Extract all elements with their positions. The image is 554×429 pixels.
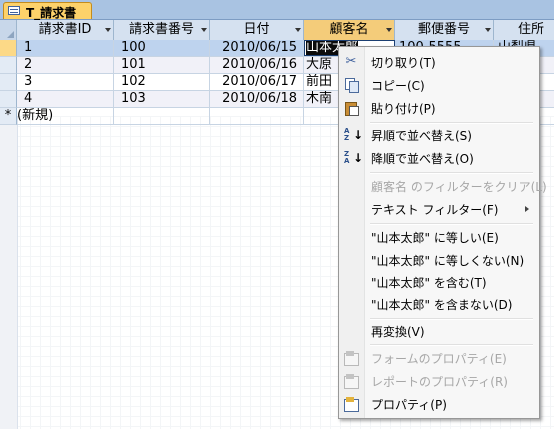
table-icon: [8, 6, 20, 15]
menu-item-report-properties: レポートのプロパティ(R): [339, 370, 539, 392]
record-selector[interactable]: [0, 91, 17, 108]
cell-invoice-number[interactable]: 103: [114, 91, 210, 107]
menu-item-sort-descending[interactable]: Z A ↓ 降順で並べ替え(O): [339, 147, 539, 169]
scissors-icon: ✂: [345, 54, 357, 69]
menu-separator: [370, 223, 533, 225]
cell-invoice-id[interactable]: 1: [17, 40, 114, 56]
column-header-customer-name[interactable]: 顧客名: [304, 20, 395, 40]
table-tab-label: T_請求書: [26, 6, 77, 20]
cell-invoice-id[interactable]: 3: [17, 74, 114, 90]
menu-item-label: 再変換(V): [371, 325, 425, 339]
column-header-label: 請求書番号: [128, 22, 194, 37]
menu-item-equals[interactable]: "山本太郎" に等しい(E): [339, 226, 539, 248]
menu-item-paste[interactable]: 貼り付け(P): [339, 97, 539, 119]
menu-item-sort-ascending[interactable]: A Z ↓ 昇順で並べ替え(S): [339, 124, 539, 146]
menu-item-label: テキスト フィルター(F): [371, 203, 499, 217]
menu-item-not-contains[interactable]: "山本太郎" を含まない(D): [339, 293, 539, 315]
column-header-label: 郵便番号: [417, 22, 470, 37]
record-selector-column: [0, 116, 18, 429]
context-menu: ✂ 切り取り(T) コピー(C) 貼り付け(P) A Z ↓ 昇順で並べ替え(S) …: [338, 46, 547, 419]
cell-invoice-id[interactable]: 4: [17, 91, 114, 107]
select-all-corner[interactable]: [0, 20, 17, 40]
cell-invoice-number[interactable]: 101: [114, 57, 210, 73]
column-header-label: 請求書ID: [38, 22, 92, 37]
record-selector[interactable]: [0, 74, 17, 91]
cell-date[interactable]: 2010/06/17: [210, 74, 304, 90]
menu-item-label: レポートのプロパティ(R): [371, 375, 508, 389]
column-header-label: 日付: [243, 22, 270, 37]
column-header-zip[interactable]: 郵便番号: [395, 20, 494, 40]
column-header-row: 請求書ID 請求書番号 日付 顧客名 郵便番号 住所: [0, 20, 554, 41]
properties-icon: [343, 396, 359, 412]
menu-item-cut[interactable]: ✂ 切り取り(T): [339, 51, 539, 73]
menu-item-reconvert[interactable]: 再変換(V): [339, 320, 539, 342]
menu-item-label: 昇順で並べ替え(S): [371, 129, 472, 143]
menu-item-text-filter[interactable]: テキスト フィルター(F): [339, 198, 539, 220]
new-record-label[interactable]: (新規): [17, 108, 114, 124]
report-properties-icon: [343, 373, 359, 389]
submenu-arrow-icon: [525, 206, 529, 212]
column-header-label: 住所: [517, 22, 544, 37]
dropdown-arrow-icon[interactable]: [386, 28, 392, 32]
sort-descending-icon: Z A ↓: [344, 150, 364, 165]
menu-item-label: "山本太郎" を含む(T): [371, 276, 487, 290]
menu-item-label: "山本太郎" に等しい(E): [371, 231, 499, 245]
cell-date[interactable]: 2010/06/18: [210, 91, 304, 107]
cell-invoice-id[interactable]: 2: [17, 57, 114, 73]
copy-icon: [343, 77, 359, 93]
dropdown-arrow-icon[interactable]: [201, 28, 207, 32]
menu-item-not-equals[interactable]: "山本太郎" に等しくない(N): [339, 249, 539, 271]
column-header-address[interactable]: 住所: [494, 20, 554, 40]
menu-item-label: "山本太郎" を含まない(D): [371, 298, 513, 312]
menu-item-label: フォームのプロパティ(E): [371, 352, 507, 366]
menu-item-label: プロパティ(P): [371, 398, 447, 412]
sort-ascending-icon: A Z ↓: [344, 127, 364, 142]
menu-item-form-properties: フォームのプロパティ(E): [339, 347, 539, 369]
column-header-date[interactable]: 日付: [210, 20, 304, 40]
new-record-marker[interactable]: *: [0, 108, 17, 125]
cell-date[interactable]: 2010/06/16: [210, 57, 304, 73]
column-header-label: 顧客名: [329, 22, 369, 37]
dropdown-arrow-icon[interactable]: [485, 28, 491, 32]
menu-item-label: "山本太郎" に等しくない(N): [371, 254, 525, 268]
cell-empty[interactable]: [114, 108, 210, 124]
cell-invoice-number[interactable]: 102: [114, 74, 210, 90]
object-tab-bar: T_請求書: [0, 0, 554, 20]
paste-icon: [343, 100, 359, 116]
menu-item-properties[interactable]: プロパティ(P): [339, 393, 539, 415]
form-properties-icon: [343, 350, 359, 366]
menu-item-label: 切り取り(T): [371, 56, 436, 70]
menu-separator: [370, 172, 533, 174]
menu-item-contains[interactable]: "山本太郎" を含む(T): [339, 271, 539, 293]
menu-item-label: 顧客名 のフィルターをクリア(L): [371, 180, 547, 194]
record-selector[interactable]: [0, 40, 17, 57]
menu-item-label: コピー(C): [371, 79, 425, 93]
record-selector[interactable]: [0, 57, 17, 74]
table-tab[interactable]: T_請求書: [3, 2, 92, 20]
dropdown-arrow-icon[interactable]: [295, 28, 301, 32]
menu-item-copy[interactable]: コピー(C): [339, 74, 539, 96]
column-header-invoice-id[interactable]: 請求書ID: [17, 20, 114, 40]
menu-separator: [370, 344, 533, 346]
cell-date[interactable]: 2010/06/15: [210, 40, 304, 56]
menu-item-label: 降順で並べ替え(O): [371, 152, 474, 166]
dropdown-arrow-icon[interactable]: [105, 28, 111, 32]
column-header-invoice-number[interactable]: 請求書番号: [114, 20, 210, 40]
cell-empty[interactable]: [210, 108, 304, 124]
menu-item-clear-filter: 顧客名 のフィルターをクリア(L): [339, 175, 547, 197]
cell-invoice-number[interactable]: 100: [114, 40, 210, 56]
menu-item-label: 貼り付け(P): [371, 102, 436, 116]
